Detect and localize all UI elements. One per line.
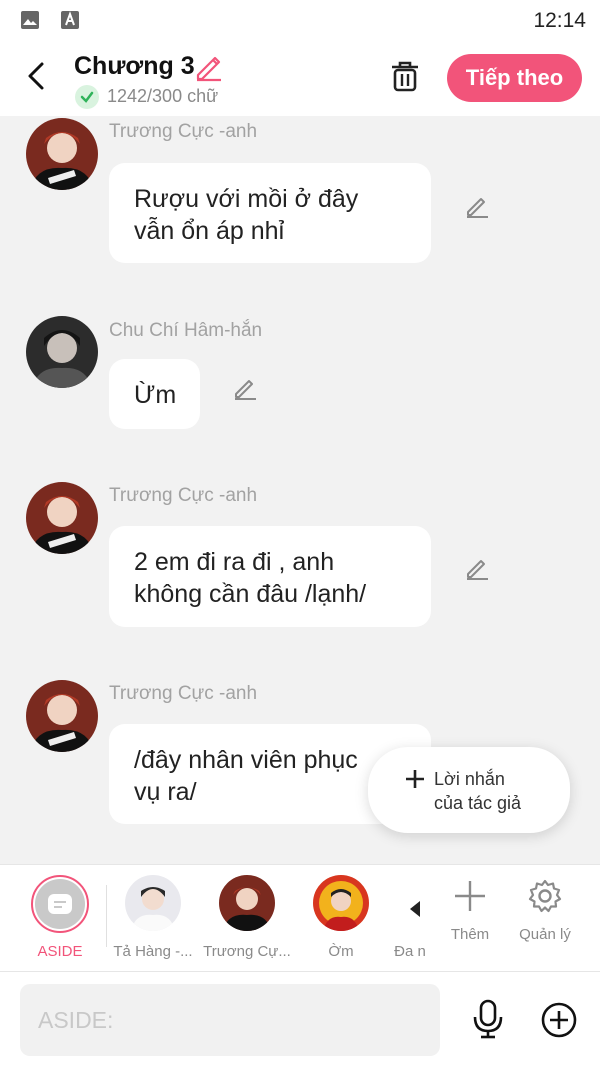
gear-icon (528, 879, 562, 913)
message-bubble[interactable]: 2 em đi ra đi , anh không cần đâu /lạnh/ (109, 526, 431, 627)
avatar (125, 875, 181, 931)
editor-header: Chương 3 1242/300 chữ Tiếp theo (0, 40, 600, 116)
avatar[interactable] (26, 316, 98, 388)
next-button[interactable]: Tiếp theo (447, 54, 582, 102)
edit-pencil-icon[interactable] (463, 554, 491, 582)
character-name: Ờm (328, 943, 354, 960)
plus-icon (406, 770, 424, 788)
character-om[interactable]: Ờm (296, 875, 386, 960)
character-da-n[interactable]: Đa n (390, 875, 430, 960)
character-bar: ASIDE Tả Hàng -... Trương Cự... Ờm Đa n … (0, 864, 600, 971)
avatar (219, 875, 275, 931)
sender-name: Trương Cực -anh (109, 485, 258, 506)
chapter-title: Chương 3 (74, 52, 195, 80)
divider (106, 885, 107, 947)
aside-icon (48, 894, 72, 914)
avatar[interactable] (26, 482, 98, 554)
character-aside[interactable]: ASIDE (15, 875, 105, 960)
character-name: Trương Cự... (203, 943, 291, 960)
avatar (313, 875, 369, 931)
trash-icon[interactable] (388, 58, 422, 94)
message-bubble[interactable]: Ừm (109, 359, 200, 429)
add-character-button[interactable]: Thêm (435, 879, 505, 943)
character-truong-cuc[interactable]: Trương Cự... (202, 875, 292, 960)
avatar (390, 875, 430, 931)
message-input[interactable] (20, 984, 440, 1056)
message-bubble[interactable]: Rượu với mồi ở đây vẫn ổn áp nhỉ (109, 163, 431, 263)
author-note-button[interactable]: Lời nhắn của tác giả (368, 747, 570, 833)
character-ta-hang[interactable]: Tả Hàng -... (108, 875, 198, 960)
character-name: Tả Hàng -... (113, 943, 193, 960)
back-arrow-icon[interactable] (22, 58, 52, 94)
plus-icon (455, 881, 485, 911)
sender-name: Trương Cực -anh (109, 683, 258, 704)
sender-name: Trương Cực -anh (109, 121, 258, 142)
manage-button[interactable]: Quản lý (510, 879, 580, 943)
word-count: 1242/300 chữ (107, 86, 219, 106)
clock: 12:14 (533, 9, 586, 32)
author-note-label: Lời nhắn của tác giả (434, 769, 522, 813)
check-icon (75, 85, 99, 109)
add-label: Thêm (450, 926, 490, 943)
edit-pencil-icon[interactable] (463, 192, 491, 220)
manage-label: Quản lý (519, 926, 571, 943)
aside-avatar (31, 875, 89, 933)
character-name: Đa n (394, 943, 426, 960)
edit-title-icon[interactable] (193, 52, 223, 82)
keyboard-a-icon (61, 11, 79, 29)
sender-name: Chu Chí Hâm-hắn (109, 320, 263, 341)
avatar[interactable] (26, 118, 98, 190)
avatar[interactable] (26, 680, 98, 752)
add-circle-icon[interactable] (540, 1001, 578, 1039)
character-name: ASIDE (37, 943, 83, 960)
image-icon (21, 11, 39, 29)
microphone-icon[interactable] (470, 999, 506, 1039)
edit-pencil-icon[interactable] (231, 374, 259, 402)
status-bar: 12:14 (0, 0, 600, 40)
composer-bar (0, 971, 600, 1067)
